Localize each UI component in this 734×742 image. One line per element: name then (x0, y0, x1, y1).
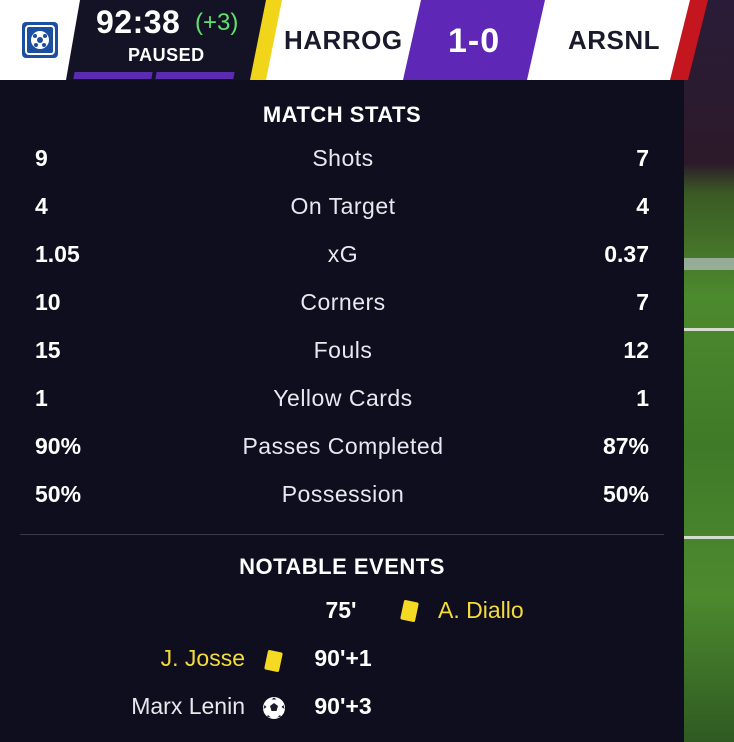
stat-row-passes-completed: 90% Passes Completed 87% (0, 433, 684, 463)
stat-row-corners: 10 Corners 7 (0, 289, 684, 319)
progress-bar-second-half (155, 72, 235, 79)
match-header: 92:38 (+3) PAUSED HARROG 1-0 ARSNL (0, 0, 734, 80)
match-stats-title: MATCH STATS (262, 102, 422, 127)
stat-label: Yellow Cards (273, 385, 413, 411)
yellow-card-icon (400, 599, 419, 623)
stat-label: On Target (290, 193, 396, 219)
goal-ball-icon (263, 697, 285, 719)
event-player: Marx Lenin (131, 693, 245, 719)
event-player: J. Josse (160, 645, 245, 671)
stat-away-value: 50% (602, 481, 649, 507)
stat-row-xg: 1.05 xG 0.37 (0, 241, 684, 271)
stat-label: Passes Completed (242, 433, 444, 459)
event-row: J. Josse 90'+1 (0, 645, 684, 677)
event-minute: 90'+1 (314, 645, 372, 671)
section-divider (20, 534, 664, 535)
stat-away-value: 0.37 (604, 241, 649, 267)
match-clock: 92:38 (96, 4, 181, 40)
stat-label: Shots (312, 145, 374, 171)
pitch-background (684, 0, 734, 742)
stat-row-fouls: 15 Fouls 12 (0, 337, 684, 367)
event-minute: 75' (325, 597, 357, 623)
stat-label: xG (327, 241, 359, 267)
event-player: A. Diallo (438, 597, 524, 623)
stat-away-value: 4 (636, 193, 649, 219)
stat-row-on-target: 4 On Target 4 (0, 193, 684, 223)
home-team-name: HARROG (284, 25, 403, 55)
yellow-card-icon (264, 649, 283, 673)
match-menu-button[interactable] (0, 0, 80, 80)
stat-label: Corners (300, 289, 386, 315)
stat-away-value: 1 (636, 385, 649, 411)
stat-away-value: 87% (602, 433, 649, 459)
score: 1-0 (448, 22, 501, 60)
stat-away-value: 7 (636, 289, 649, 315)
match-status: PAUSED (128, 45, 205, 65)
stat-label: Possession (281, 481, 405, 507)
event-minute: 90'+3 (314, 693, 372, 719)
stat-row-possession: 50% Possession 50% (0, 481, 684, 511)
stat-row-yellow-cards: 1 Yellow Cards 1 (0, 385, 684, 415)
stat-away-value: 12 (623, 337, 649, 363)
stat-row-shots: 9 Shots 7 (0, 145, 684, 175)
pitch-line (684, 536, 734, 539)
event-row: Marx Lenin 90'+3 (0, 693, 684, 725)
progress-bar-first-half (73, 72, 153, 79)
football-club-icon (22, 22, 58, 58)
advertising-board (684, 258, 734, 270)
added-time: (+3) (195, 9, 239, 36)
pitch-line (684, 328, 734, 331)
away-team-name: ARSNL (568, 25, 661, 55)
event-row: 75' A. Diallo (0, 597, 684, 629)
stat-label: Fouls (313, 337, 373, 363)
stat-away-value: 7 (636, 145, 649, 171)
notable-events-title: NOTABLE EVENTS (239, 554, 445, 579)
